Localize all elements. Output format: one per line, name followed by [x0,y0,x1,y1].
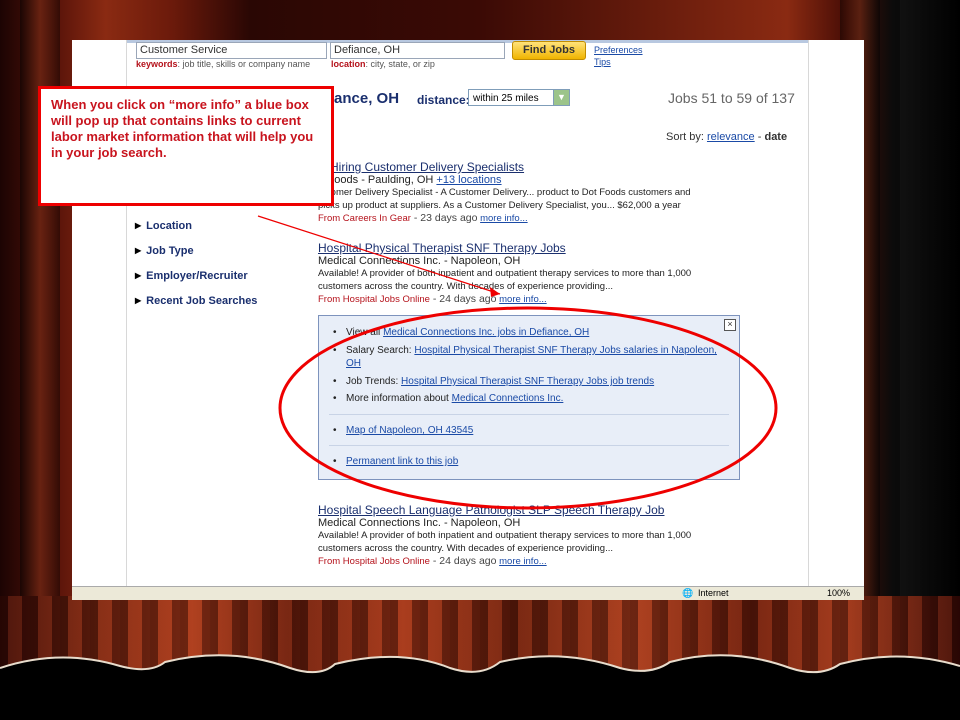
more-info-link[interactable]: more info... [480,213,528,224]
find-jobs-button[interactable]: Find Jobs [512,41,586,60]
keywords-input[interactable]: Customer Service [136,42,327,59]
job-listing: Hospital Speech Language Pathologist SLP… [318,503,738,567]
triangle-right-icon: ▶ [135,221,142,230]
triangle-right-icon: ▶ [135,271,142,280]
popup-item: • Job Trends: Hospital Physical Therapist… [333,376,655,387]
job-title-link[interactable]: Hospital Speech Language Pathologist SLP… [318,503,738,517]
more-info-link[interactable]: more info... [499,556,547,567]
tips-link[interactable]: Tips [594,57,611,67]
facet-recent-searches[interactable]: ▶ Recent Job Searches [135,295,257,307]
keywords-hint: keywords: job title, skills or company n… [136,59,311,69]
job-source: From Hospital Jobs Online - 24 days ago … [318,293,547,305]
job-company: T Foods - Paulding, OH +13 locations [318,174,502,186]
job-company: Medical Connections Inc. - Napoleon, OH [318,255,521,267]
facet-job-type[interactable]: ▶ Job Type [135,245,194,257]
popup-item: • Map of Napoleon, OH 43545 [333,425,474,436]
jobs-count: Jobs 51 to 59 of 137 [668,90,795,106]
map-link[interactable]: Map of Napoleon, OH 43545 [346,425,473,436]
popup-item: • Salary Search: Hospital Physical Therap… [333,345,717,369]
job-description: Available! A provider of both inpatient … [318,268,692,279]
job-source: From Hospital Jobs Online - 24 days ago … [318,555,547,567]
triangle-right-icon: ▶ [135,296,142,305]
job-description: ustomer Delivery Specialist - A Customer… [318,187,691,198]
facet-location[interactable]: ▶ Location [135,220,192,232]
globe-icon: 🌐 [682,588,694,598]
chevron-down-icon[interactable]: ▼ [553,90,569,105]
permanent-link[interactable]: Permanent link to this job [346,456,458,467]
more-info-popup: × • View all Medical Connections Inc. job… [318,315,740,480]
close-icon[interactable]: × [724,319,736,331]
company-info-link[interactable]: Medical Connections Inc. [452,393,564,404]
popup-divider [329,445,729,446]
facet-employer-recruiter[interactable]: ▶ Employer/Recruiter [135,270,248,282]
popup-divider [329,414,729,415]
browser-statusbar: 🌐 Internet 100% [72,586,864,600]
job-listing: Hospital Physical Therapist SNF Therapy … [318,241,738,305]
job-source: From Careers In Gear - 23 days ago more … [318,212,528,224]
job-description: picks up product at suppliers. As a Cust… [318,200,681,211]
distance-label: distance: [417,93,470,107]
preferences-link[interactable]: Preferences [594,45,643,55]
popup-item: • More information about Medical Connecti… [333,393,564,404]
zoom-level[interactable]: 100% [827,588,850,598]
popup-item: • View all Medical Connections Inc. jobs … [333,327,590,338]
job-description: Available! A provider of both inpatient … [318,530,692,541]
job-trends-link[interactable]: Hospital Physical Therapist SNF Therapy … [401,376,654,387]
internet-zone: Internet [698,588,729,598]
job-title-link[interactable]: w Hiring Customer Delivery Specialists [318,160,738,174]
more-locations-link[interactable]: +13 locations [436,174,501,186]
triangle-right-icon: ▶ [135,246,142,255]
curtain-drape [0,654,960,720]
job-description: customers across the country. With decad… [318,543,613,554]
page-gutter-right [808,40,864,600]
sort-by: Sort by: relevance - date [666,131,788,143]
location-input[interactable]: Defiance, OH [330,42,505,59]
view-all-jobs-link[interactable]: Medical Connections Inc. jobs in Defianc… [383,327,589,338]
location-hint: location: city, state, or zip [331,59,435,69]
results-location-heading: ance, OH [334,90,400,107]
more-info-link[interactable]: more info... [499,294,547,305]
distance-select[interactable]: within 25 miles ▼ [468,89,570,106]
instruction-callout: When you click on “more info” a blue box… [38,86,334,206]
job-listing: w Hiring Customer Delivery Specialists T… [318,160,738,224]
job-title-link[interactable]: Hospital Physical Therapist SNF Therapy … [318,241,738,255]
sort-date-current: date [764,131,788,143]
sort-relevance-link[interactable]: relevance [707,131,755,143]
job-description: customers across the country. With decad… [318,281,613,292]
popup-item: • Permanent link to this job [333,456,459,467]
job-company: Medical Connections Inc. - Napoleon, OH [318,517,521,529]
